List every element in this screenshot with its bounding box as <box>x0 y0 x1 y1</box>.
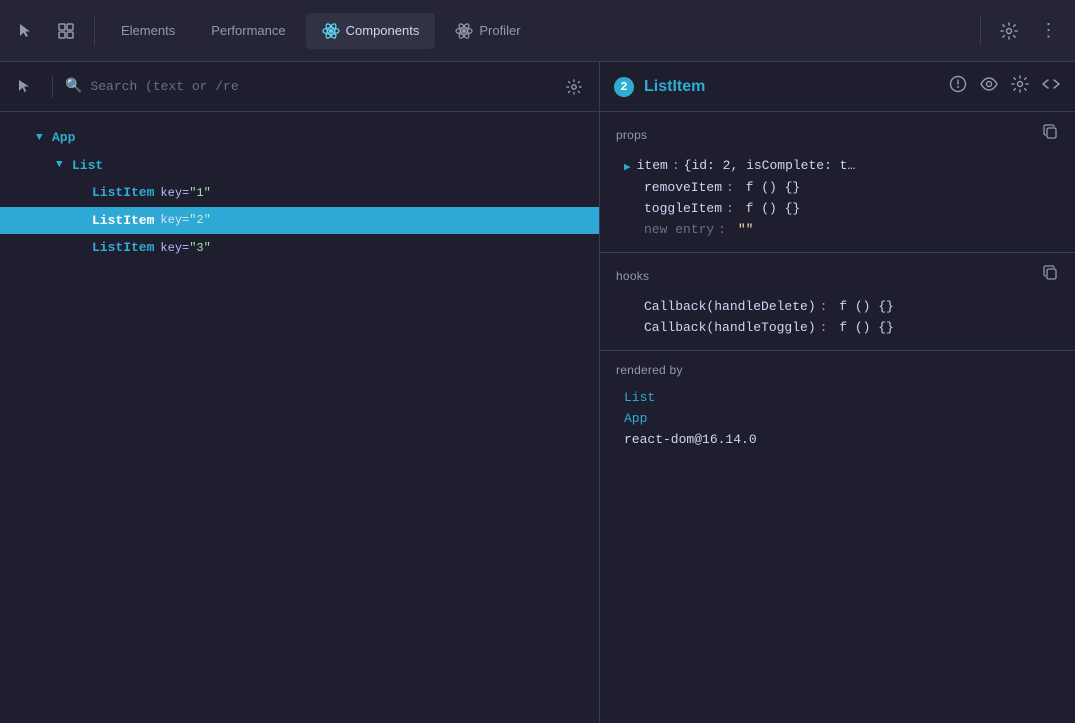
tab-components-label: Components <box>346 23 420 38</box>
hook-handledelete: Callback(handleDelete) : f () {} <box>616 296 1059 317</box>
tree-item-listitem3[interactable]: ListItem key="3" <box>0 234 599 262</box>
right-toolbar-icons <box>949 75 1061 98</box>
hook-name-handletoggle: Callback(handleToggle) <box>644 320 816 335</box>
prop-colon-item: : <box>672 158 680 173</box>
tab-performance[interactable]: Performance <box>195 13 301 49</box>
tree-item-app[interactable]: ▼ App <box>0 124 599 152</box>
prop-colon-newentry: : <box>718 222 726 237</box>
rendered-by-reactdom: react-dom@16.14.0 <box>616 429 1059 450</box>
hook-handletoggle: Callback(handleToggle) : f () {} <box>616 317 1059 338</box>
prop-colon-removeitem: : <box>726 180 734 195</box>
tree-arrow-list: ▼ <box>56 157 68 174</box>
hook-colon-handledelete: : <box>820 299 828 314</box>
prop-removeitem: removeItem : f () {} <box>616 177 1059 198</box>
inspect-icon <box>57 22 75 40</box>
prop-name-toggleitem: toggleItem <box>644 201 722 216</box>
hook-value-handledelete: f () {} <box>831 299 893 314</box>
component-settings-icon[interactable] <box>1011 75 1029 98</box>
component-title: ListItem <box>644 78 939 96</box>
tree-item-list[interactable]: ▼ List <box>0 152 599 180</box>
props-section-header: props <box>616 124 1059 145</box>
hook-name-handledelete: Callback(handleDelete) <box>644 299 816 314</box>
tab-separator-2 <box>980 16 981 46</box>
component-badge: 2 <box>614 77 634 97</box>
prop-item[interactable]: ▶ item : {id: 2, isComplete: t… <box>616 155 1059 177</box>
hooks-section-header: hooks <box>616 265 1059 286</box>
tab-profiler[interactable]: Profiler <box>439 13 536 49</box>
prop-name-removeitem: removeItem <box>644 180 722 195</box>
prop-value-removeitem: f () {} <box>738 180 800 195</box>
left-panel: 🔍 ▼ App ▼ List <box>0 62 600 723</box>
tab-components[interactable]: Components <box>306 13 436 49</box>
inspect-icon-btn[interactable] <box>48 13 84 49</box>
more-icon: ⋮ <box>1040 20 1059 41</box>
tab-right-icons: ⋮ <box>974 13 1067 49</box>
listitem1-key: key="1" <box>160 184 210 202</box>
copy-props-icon[interactable] <box>1043 124 1059 145</box>
right-panel: 2 ListItem <box>600 62 1075 723</box>
prop-value-toggleitem: f () {} <box>738 201 800 216</box>
search-input[interactable] <box>90 79 551 94</box>
rendered-by-list[interactable]: List <box>616 387 1059 408</box>
hooks-section: hooks Callback(handleDelete) : f () {} C… <box>600 253 1075 351</box>
rendered-by-header: rendered by <box>616 363 1059 377</box>
gear-icon <box>1000 22 1018 40</box>
prop-value-item: {id: 2, isComplete: t… <box>684 158 856 173</box>
rendered-by-title: rendered by <box>616 363 683 377</box>
tree-item-listitem1[interactable]: ListItem key="1" <box>0 179 599 207</box>
tab-separator-1 <box>94 16 95 46</box>
main-area: 🔍 ▼ App ▼ List <box>0 62 1075 723</box>
rendered-by-app[interactable]: App <box>616 408 1059 429</box>
tab-elements-label: Elements <box>121 23 175 38</box>
listitem2-name: ListItem <box>92 211 154 231</box>
prop-name-newentry: new entry <box>644 222 714 237</box>
cursor-icon <box>17 22 35 40</box>
tab-elements[interactable]: Elements <box>105 13 191 49</box>
hooks-title: hooks <box>616 269 649 283</box>
component-tree: ▼ App ▼ List ListItem key="1" ListItem k… <box>0 112 599 723</box>
cursor-small-icon <box>17 79 33 95</box>
tab-performance-label: Performance <box>211 23 285 38</box>
more-btn[interactable]: ⋮ <box>1031 13 1067 49</box>
prop-newentry: new entry : "" <box>616 219 1059 240</box>
prop-toggleitem: toggleItem : f () {} <box>616 198 1059 219</box>
tree-arrow-app: ▼ <box>36 130 48 147</box>
listitem2-key: key="2" <box>160 211 210 229</box>
search-settings-btn[interactable] <box>559 72 589 102</box>
cursor-icon-btn[interactable] <box>8 13 44 49</box>
suspend-icon[interactable] <box>949 75 967 98</box>
app-component-name: App <box>52 128 75 148</box>
source-code-icon[interactable] <box>1041 75 1061 98</box>
tab-bar: Elements Performance Components Profiler <box>0 0 1075 62</box>
react-profiler-icon <box>455 22 473 40</box>
listitem3-key: key="3" <box>160 239 210 257</box>
prop-value-newentry: "" <box>730 222 753 237</box>
right-toolbar: 2 ListItem <box>600 62 1075 112</box>
view-source-icon[interactable] <box>979 75 999 98</box>
hook-value-handletoggle: f () {} <box>831 320 893 335</box>
select-element-btn[interactable] <box>10 72 40 102</box>
prop-name-item: item <box>637 158 668 173</box>
prop-arrow-item: ▶ <box>624 160 631 174</box>
copy-hooks-icon[interactable] <box>1043 265 1059 286</box>
listitem1-name: ListItem <box>92 183 154 203</box>
left-toolbar: 🔍 <box>0 62 599 112</box>
search-icon: 🔍 <box>65 78 82 95</box>
props-section: props ▶ item : {id: 2, isComplete: t… re… <box>600 112 1075 253</box>
listitem3-name: ListItem <box>92 238 154 258</box>
rendered-by-section: rendered by List App react-dom@16.14.0 <box>600 351 1075 462</box>
list-component-name: List <box>72 156 103 176</box>
toolbar-separator <box>52 76 53 98</box>
tab-profiler-label: Profiler <box>479 23 520 38</box>
react-components-icon <box>322 22 340 40</box>
hook-colon-handletoggle: : <box>820 320 828 335</box>
props-title: props <box>616 128 647 142</box>
settings-btn[interactable] <box>991 13 1027 49</box>
prop-colon-toggleitem: : <box>726 201 734 216</box>
gear-small-icon <box>566 79 582 95</box>
tree-item-listitem2[interactable]: ListItem key="2" <box>0 207 599 235</box>
